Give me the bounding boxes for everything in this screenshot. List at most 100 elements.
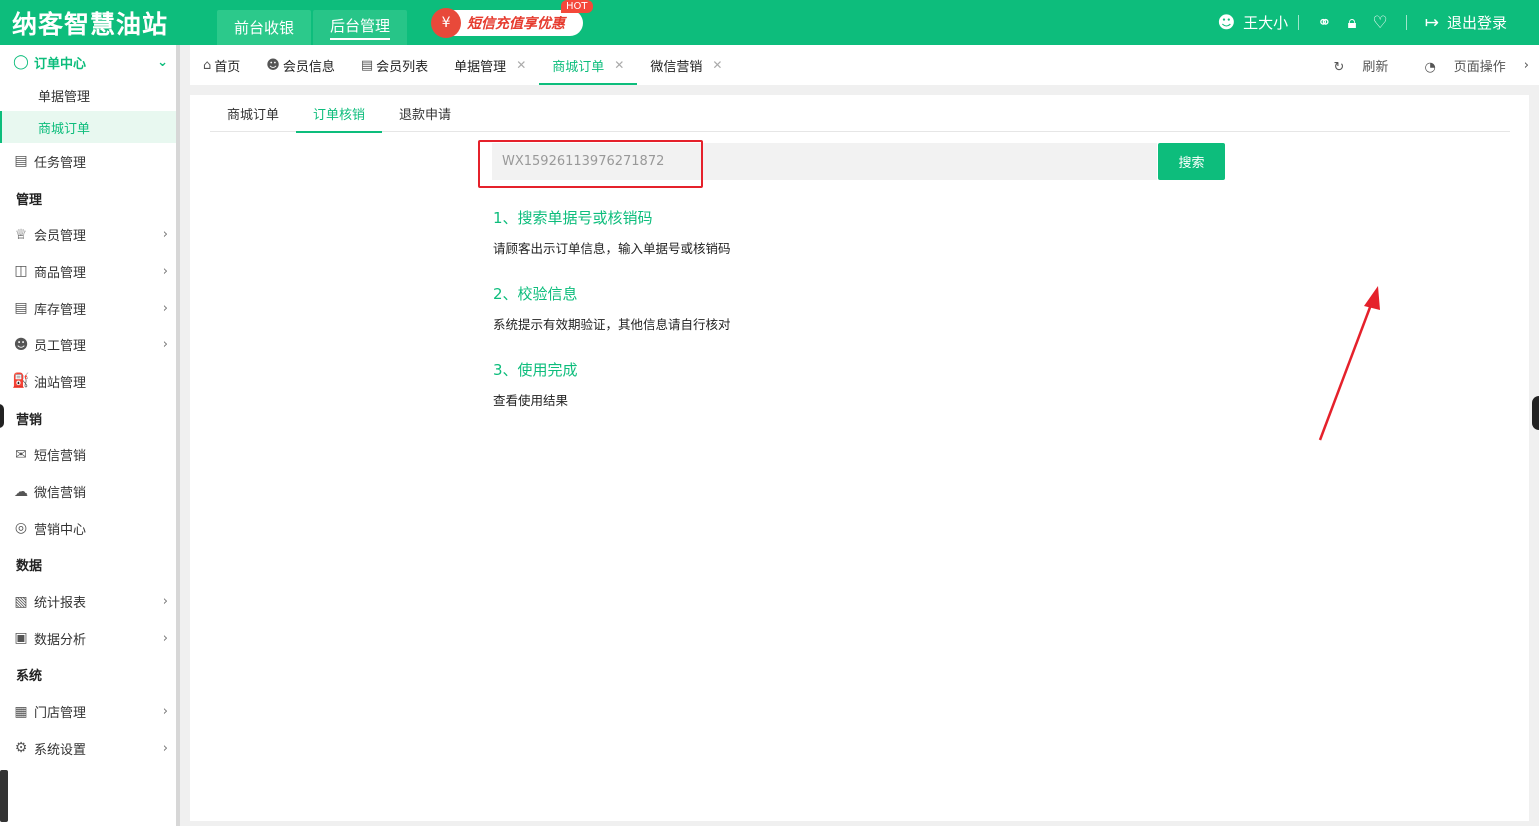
logout-button[interactable]: 退出登录: [1447, 12, 1507, 33]
sidebar-item-wechat[interactable]: ☁ 微信营销: [0, 473, 176, 510]
section-system: 系统: [16, 669, 43, 685]
page-tab-bar: ⌂ 首页 ☻ 会员信息 ▤ 会员列表 单据管理 ✕ 商城订单 ✕ 微信营销 ✕ ↻ 刷新 ◔ 页…: [190, 45, 1539, 85]
refresh-button[interactable]: ↻ 刷新: [1316, 56, 1389, 75]
sidebar-item-sms[interactable]: ✉ 短信营销: [0, 437, 176, 474]
sidebar-item-label: 会员管理: [34, 229, 87, 245]
goods-icon: ◫: [14, 263, 28, 280]
lock-icon[interactable]: 🔒︎: [1347, 13, 1356, 33]
search-button[interactable]: 搜索: [1158, 143, 1225, 180]
refresh-label: 刷新: [1362, 59, 1389, 75]
subtab-refund-request[interactable]: 退款申请: [382, 95, 468, 132]
tab-front-cashier-label: 前台收银: [234, 19, 295, 37]
sidebar-item-label: 订单中心: [34, 56, 87, 72]
sidebar-item-mall-orders[interactable]: 商城订单: [0, 111, 176, 143]
divider: [1405, 15, 1407, 30]
chevron-right-icon: ›: [162, 704, 168, 720]
sidebar-item-member[interactable]: ♕ 会员管理 ›: [0, 216, 176, 253]
step-desc: 请顾客出示订单信息，输入单据号或核销码: [493, 241, 731, 256]
page-tab-label: 首页: [214, 59, 241, 75]
page-tab-label: 微信营销: [650, 59, 703, 75]
subtab-mall-orders[interactable]: 商城订单: [210, 95, 296, 132]
sidebar: ◯ 订单中心 ⌄ 单据管理 商城订单 ▤ 任务管理 管理 ♕ 会员管理 › ◫ …: [0, 45, 180, 826]
bar-chart-icon: ▧: [14, 593, 28, 610]
user-icon: ☻: [266, 57, 280, 73]
logout-icon: ↦: [1424, 12, 1439, 33]
fuel-pump-icon: ⛽: [12, 373, 30, 390]
step-title: 1、搜索单据号或核销码: [493, 209, 653, 227]
top-right-toolbar: ☻ 王大小 ⚭ 🔒︎ ♡ ↦ 退出登录: [1209, 0, 1507, 45]
sidebar-item-marketing-center[interactable]: ◎ 营销中心: [0, 510, 176, 547]
sidebar-item-label: 短信营销: [34, 449, 87, 465]
sidebar-item-staff[interactable]: ☻ 员工管理 ›: [0, 326, 176, 363]
subtab-order-verify[interactable]: 订单核销: [296, 95, 383, 133]
sidebar-item-order-center[interactable]: ◯ 订单中心 ⌄: [0, 45, 176, 79]
sidebar-item-station[interactable]: ⛽ 油站管理: [0, 363, 176, 400]
sidebar-item-bill-management[interactable]: 单据管理: [0, 79, 176, 111]
divider: [1298, 15, 1300, 30]
step-title: 3、使用完成: [493, 361, 578, 379]
close-icon[interactable]: ✕: [712, 58, 722, 72]
sidebar-item-label: 数据分析: [34, 632, 87, 648]
sidebar-item-store[interactable]: ▦ 门店管理 ›: [0, 693, 176, 730]
store-icon: ▦: [14, 703, 28, 720]
sidebar-item-reports[interactable]: ▧ 统计报表 ›: [0, 583, 176, 620]
sms-promo-banner[interactable]: ¥ 短信充值享优惠 HOT: [431, 0, 593, 40]
tab-back-admin[interactable]: 后台管理: [313, 10, 408, 45]
chevron-right-icon: ›: [162, 337, 168, 353]
sidebar-item-settings[interactable]: ⚙ 系统设置 ›: [0, 730, 176, 767]
user-name[interactable]: 王大小: [1243, 12, 1288, 33]
section-data: 数据: [16, 559, 43, 575]
hot-badge: HOT: [561, 0, 593, 13]
page-tab-bill-management[interactable]: 单据管理 ✕: [441, 45, 539, 85]
sidebar-item-goods[interactable]: ◫ 商品管理 ›: [0, 253, 176, 290]
chevron-down-icon: ⌄: [157, 54, 168, 70]
step-desc: 查看使用结果: [493, 393, 569, 408]
scrollbar-thumb[interactable]: [0, 770, 8, 822]
page-tab-actions: ↻ 刷新 ◔ 页面操作 ›: [1298, 45, 1529, 85]
right-edge-handle[interactable]: [1532, 396, 1539, 430]
verify-steps: 1、搜索单据号或核销码 请顾客出示订单信息，输入单据号或核销码 2、校验信息 系…: [493, 207, 731, 435]
page-tab-mall-orders[interactable]: 商城订单 ✕: [539, 45, 638, 85]
page-tab-member-info[interactable]: ☻ 会员信息: [253, 45, 348, 85]
sidebar-item-label: 门店管理: [34, 706, 87, 722]
globe-icon: ◯: [13, 54, 29, 70]
crown-icon: ♕: [14, 226, 28, 243]
tab-front-cashier[interactable]: 前台收银: [217, 10, 312, 45]
refresh-icon: ↻: [1333, 59, 1345, 75]
inventory-icon: ▤: [14, 300, 28, 317]
section-manage: 管理: [16, 192, 43, 208]
headset-icon[interactable]: ⚭: [1317, 13, 1331, 33]
sidebar-item-label: 员工管理: [34, 339, 87, 355]
close-icon[interactable]: ✕: [516, 58, 526, 72]
monitor-icon: ▣: [14, 630, 28, 647]
sidebar-item-label: 统计报表: [34, 596, 87, 612]
gear-icon: ⚙: [14, 740, 28, 757]
sidebar-item-label: 系统设置: [34, 742, 87, 758]
left-edge-handle[interactable]: [0, 404, 4, 428]
person-icon: ☻: [13, 336, 29, 353]
page-ops-label: 页面操作: [1453, 59, 1506, 75]
money-bag-icon: ¥: [431, 7, 462, 38]
page-ops-button[interactable]: ◔ 页面操作: [1406, 56, 1505, 75]
arrow-shaft: [1318, 301, 1374, 441]
sidebar-item-analysis[interactable]: ▣ 数据分析 ›: [0, 620, 176, 657]
close-icon[interactable]: ✕: [614, 58, 624, 72]
chevron-right-icon: ›: [162, 227, 168, 243]
sidebar-item-label: 商品管理: [34, 265, 87, 281]
page-tab-wechat-marketing[interactable]: 微信营销 ✕: [637, 45, 735, 85]
target-icon: ◎: [14, 520, 28, 537]
app-logo: 纳客智慧油站: [12, 9, 169, 39]
page-tab-label: 会员信息: [282, 59, 335, 75]
highlight-box: [478, 140, 703, 188]
annotation-arrow: [1318, 286, 1380, 441]
page-tab-member-list[interactable]: ▤ 会员列表: [348, 45, 441, 85]
list-icon: ▤: [360, 57, 374, 73]
sidebar-item-task[interactable]: ▤ 任务管理: [0, 143, 176, 180]
page-tab-home[interactable]: ⌂ 首页: [190, 45, 253, 85]
sidebar-item-inventory[interactable]: ▤ 库存管理 ›: [0, 290, 176, 327]
task-icon: ▤: [14, 153, 28, 170]
sidebar-item-label: 库存管理: [34, 302, 87, 318]
bell-icon[interactable]: ♡: [1372, 13, 1387, 33]
chevron-right-icon[interactable]: ›: [1524, 58, 1529, 73]
step-title: 2、校验信息: [493, 285, 578, 303]
